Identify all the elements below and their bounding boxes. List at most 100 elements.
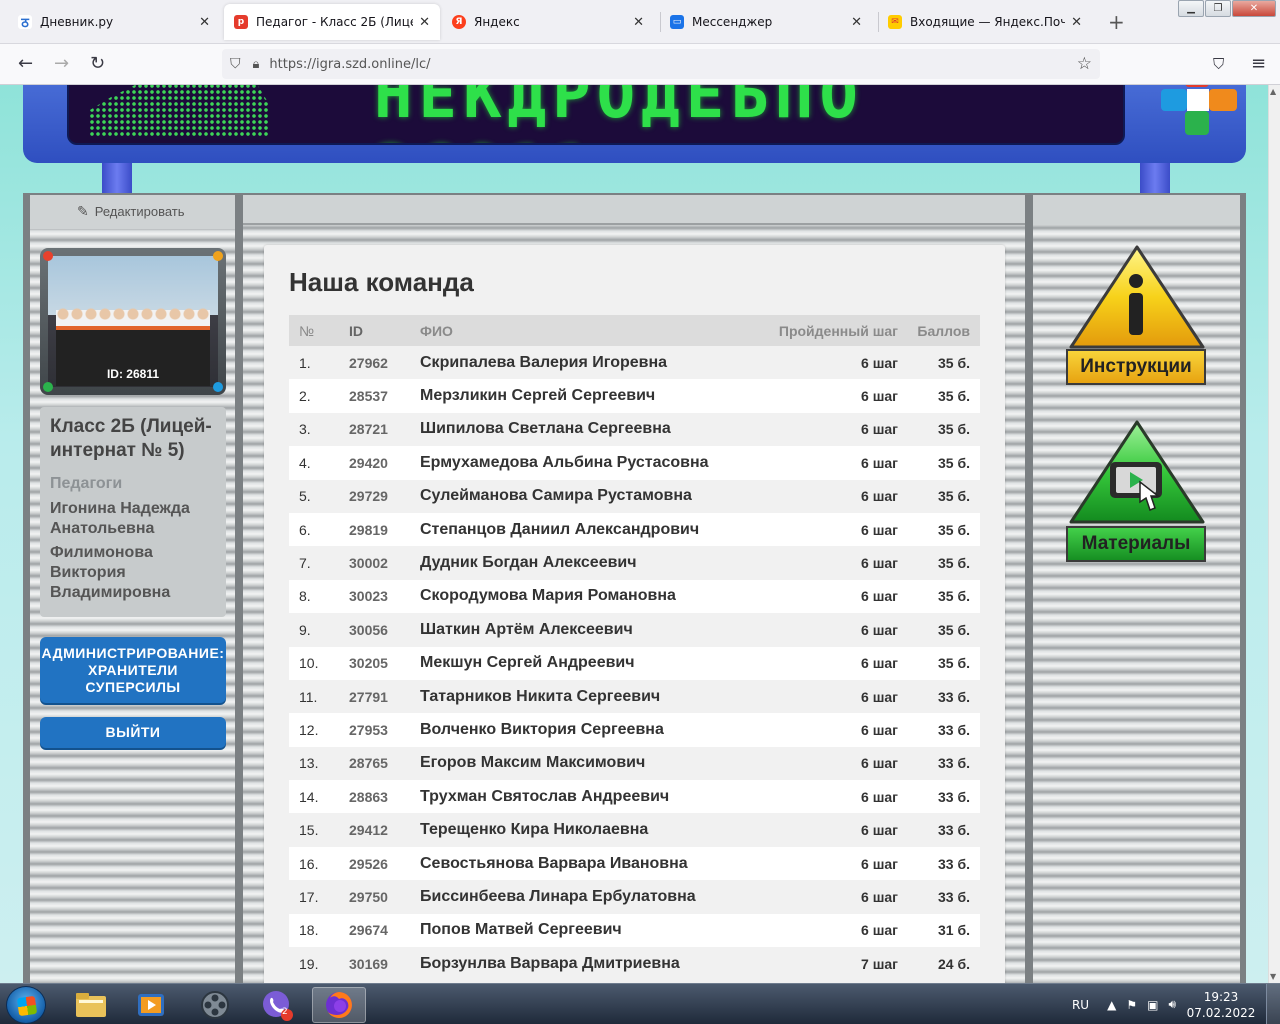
- windows-logo-icon: [16, 995, 38, 1017]
- shield-icon[interactable]: ⛉: [230, 56, 241, 72]
- row-id: 30002: [349, 546, 420, 580]
- close-icon[interactable]: ✕: [199, 15, 210, 30]
- edit-link[interactable]: ✎ Редактировать: [77, 203, 185, 220]
- row-number: 2.: [289, 379, 349, 413]
- new-tab-icon[interactable]: +: [1108, 10, 1125, 34]
- window-close-icon[interactable]: ✕: [1232, 0, 1276, 17]
- row-name: Сулейманова Самира Рустамовна: [420, 479, 750, 513]
- row-step: 6 шаг: [750, 846, 898, 881]
- tab-pedagog[interactable]: p Педагог - Класс 2Б (Лицей-интернат ✕: [224, 4, 440, 40]
- minimize-icon[interactable]: ▁: [1178, 0, 1204, 17]
- row-id: 29412: [349, 813, 420, 847]
- row-name: Мерзликин Сергей Сергеевич: [420, 379, 750, 413]
- row-step: 6 шаг: [750, 479, 898, 513]
- windows-taskbar: 2 RU ▲ ⚑ ▣ 🔊︎ 19:23 07.02.2022: [0, 983, 1280, 1024]
- scroll-up-icon[interactable]: ▲: [1270, 87, 1276, 96]
- bookmark-star-icon[interactable]: ☆: [1077, 54, 1092, 74]
- row-number: 19.: [289, 947, 349, 981]
- start-button[interactable]: [6, 986, 46, 1024]
- tab-dnevnik[interactable]: ठ Дневник.ру ✕: [8, 4, 220, 40]
- row-number: 16.: [289, 846, 349, 881]
- menu-icon[interactable]: ≡: [1251, 53, 1266, 74]
- row-number: 7.: [289, 546, 349, 580]
- table-row: 11. 27791 Татарников Никита Сергеевич 6 шаг…: [289, 679, 980, 714]
- close-icon[interactable]: ✕: [851, 15, 862, 30]
- row-score: 35 б.: [898, 646, 980, 680]
- game-banner: НЕКДРОДЕБПО 26811: [23, 85, 1246, 163]
- exit-button[interactable]: ВЫЙТИ: [40, 717, 226, 748]
- url-text[interactable]: https://igra.szd.online/lc/: [269, 57, 430, 72]
- materials-label: Материалы: [1066, 526, 1206, 562]
- tab-title: Педагог - Класс 2Б (Лицей-интернат: [256, 15, 413, 29]
- viber-icon[interactable]: 2: [250, 987, 304, 1023]
- close-icon[interactable]: ✕: [633, 15, 644, 30]
- lock-icon[interactable]: 🔒︎: [253, 57, 260, 72]
- back-icon[interactable]: ←: [18, 53, 33, 74]
- tray-expand-icon[interactable]: ▲: [1107, 998, 1116, 1012]
- column-header-name[interactable]: ФИО: [420, 315, 750, 346]
- tab-yandex[interactable]: Я Яндекс ✕: [442, 4, 654, 40]
- network-icon[interactable]: ▣: [1147, 998, 1158, 1012]
- row-number: 13.: [289, 746, 349, 781]
- action-center-icon[interactable]: ⚑: [1126, 998, 1137, 1012]
- pocket-icon[interactable]: ⛉: [1213, 55, 1224, 73]
- clock[interactable]: 19:23 07.02.2022: [1186, 989, 1256, 1021]
- film-reel-icon[interactable]: [188, 987, 242, 1023]
- row-id: 29674: [349, 913, 420, 948]
- teacher-name: Игонина Надежда Анатольевна: [50, 500, 190, 537]
- close-icon[interactable]: ✕: [1071, 15, 1082, 30]
- materials-button[interactable]: Материалы: [1066, 418, 1208, 568]
- address-bar[interactable]: ⛉ 🔒︎ https://igra.szd.online/lc/ ☆: [222, 49, 1100, 79]
- maximize-icon[interactable]: ❐: [1205, 0, 1231, 17]
- row-id: 28537: [349, 379, 420, 413]
- table-row: 9. 30056 Шаткин Артём Алексеевич 6 шаг 35 б.: [289, 613, 980, 647]
- tab-title: Дневник.ру: [40, 15, 114, 29]
- close-icon[interactable]: ✕: [419, 15, 430, 30]
- column-header-score[interactable]: Баллов: [898, 315, 980, 346]
- firefox-icon[interactable]: [312, 987, 366, 1023]
- vertical-scrollbar[interactable]: ▲ ▼: [1268, 85, 1280, 983]
- column-header-number[interactable]: №: [289, 315, 349, 346]
- column-header-step[interactable]: Пройденный шаг: [750, 315, 898, 346]
- media-player-icon[interactable]: [124, 987, 178, 1023]
- photo-id-label: ID: 26811: [106, 367, 160, 381]
- site-logo: [1161, 85, 1237, 135]
- messenger-favicon: ▭: [670, 15, 684, 29]
- led-screen: НЕКДРОДЕБПО 26811: [67, 85, 1125, 145]
- row-step: 6 шаг: [750, 780, 898, 814]
- show-desktop-button[interactable]: [1266, 984, 1280, 1024]
- row-id: 30023: [349, 579, 420, 614]
- row-step: 6 шаг: [750, 880, 898, 914]
- team-title: Наша команда: [289, 267, 474, 297]
- row-score: 35 б.: [898, 579, 980, 614]
- class-name: Класс 2Б (Лицей-интернат № 5): [50, 416, 212, 461]
- navigation-bar: ← → ↻ ⛉ 🔒︎ https://igra.szd.online/lc/ ☆…: [0, 44, 1280, 85]
- explorer-icon[interactable]: [64, 987, 118, 1023]
- row-step: 7 шаг: [750, 947, 898, 981]
- row-id: 28765: [349, 746, 420, 781]
- reload-icon[interactable]: ↻: [90, 53, 105, 74]
- row-number: 8.: [289, 579, 349, 614]
- table-row: 13. 28765 Егоров Максим Максимович 6 шаг 33 …: [289, 746, 980, 781]
- row-step: 6 шаг: [750, 446, 898, 480]
- row-number: 5.: [289, 479, 349, 513]
- volume-icon[interactable]: 🔊︎: [1168, 997, 1176, 1012]
- row-step: 6 шаг: [750, 613, 898, 647]
- row-step: 6 шаг: [750, 813, 898, 847]
- column-header-id[interactable]: ID: [349, 315, 420, 346]
- forward-icon[interactable]: →: [54, 53, 69, 74]
- tab-messenger[interactable]: ▭ Мессенджер ✕: [660, 4, 872, 40]
- row-id: 27962: [349, 346, 420, 380]
- scroll-down-icon[interactable]: ▼: [1270, 972, 1276, 981]
- row-name: Скородумова Мария Романовна: [420, 579, 750, 614]
- instructions-button[interactable]: Инструкции: [1066, 243, 1208, 388]
- admin-button[interactable]: АДМИНИСТРИРОВАНИЕ: ХРАНИТЕЛИ СУПЕРСИЛЫ: [40, 637, 226, 703]
- language-indicator[interactable]: RU: [1072, 998, 1089, 1012]
- page-viewport: НЕКДРОДЕБПО 26811 ✎ Редактировать ID: 26…: [0, 85, 1268, 983]
- system-tray: RU ▲ ⚑ ▣ 🔊︎ 19:23 07.02.2022: [1072, 984, 1280, 1024]
- tab-mail[interactable]: ✉ Входящие — Яндекс.Почта ✕: [878, 4, 1092, 40]
- row-name: Попов Матвей Сергеевич: [420, 913, 750, 948]
- row-id: 30056: [349, 613, 420, 647]
- class-photo-frame: ID: 26811: [40, 248, 226, 395]
- row-step: 6 шаг: [750, 546, 898, 580]
